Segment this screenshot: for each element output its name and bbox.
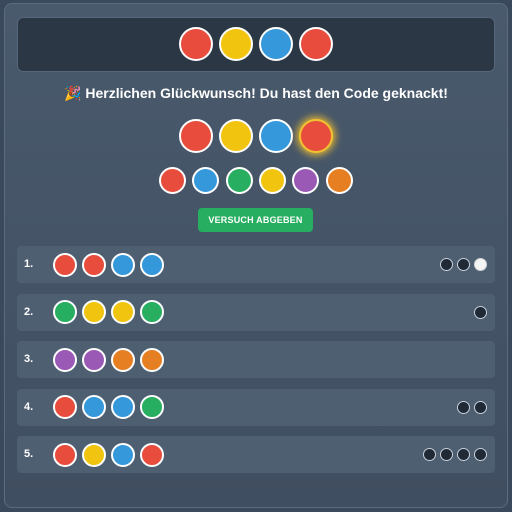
guess-peg-blue [111,252,135,277]
guess-peg-red [53,442,77,467]
guess-number: 1. [24,258,34,270]
palette-color-yellow[interactable] [258,167,286,194]
guess-number: 2. [24,305,34,318]
guess-peg-red [82,252,106,277]
feedback-peg-black [474,305,487,319]
guess-number: 3. [24,353,34,365]
feedback-peg-black [474,400,487,414]
guess-peg-red [53,395,77,419]
guess-row: 5. [17,436,495,473]
guess-peg-red [53,252,77,277]
secret-code-bar [17,17,495,72]
secret-peg-red [179,27,213,61]
guess-slot-red[interactable] [299,119,333,153]
guess-peg-green [53,300,77,324]
feedback-peg-black [474,448,487,461]
secret-peg-red [299,27,333,61]
feedback-peg-black [457,448,470,461]
palette-color-orange[interactable] [325,167,353,194]
guess-number: 4. [24,400,34,413]
submit-guess-button[interactable]: VERSUCH ABGEBEN [198,208,313,232]
guess-peg-purple [82,347,106,372]
guess-peg-blue [111,395,135,419]
guess-peg-orange [140,347,164,372]
guess-peg-yellow [82,300,106,324]
guess-peg-green [140,300,164,324]
guess-peg-blue [111,442,135,467]
guess-slot-red[interactable] [179,119,213,153]
guess-peg-orange [111,347,135,372]
guess-peg-yellow [82,442,106,467]
guess-number: 5. [24,448,34,460]
feedback-peg-black [423,448,436,461]
guess-peg-yellow [111,300,135,324]
palette-color-red[interactable] [159,167,186,194]
guess-row: 1. [17,246,495,283]
feedback-peg-white [474,258,487,271]
party-icon: 🎉 [64,85,82,101]
feedback-peg-black [440,448,453,461]
palette-color-purple[interactable] [292,167,320,194]
guess-slot-yellow[interactable] [219,119,253,153]
palette-color-green[interactable] [225,167,253,194]
feedback-peg-black [457,400,470,414]
win-message: 🎉 Herzlichen Glückwunsch! Du hast den Co… [0,85,512,102]
secret-peg-yellow [219,27,253,61]
guess-row: 4. [17,388,495,426]
guess-peg-blue [140,252,164,277]
win-message-text: Herzlichen Glückwunsch! Du hast den Code… [85,85,448,101]
feedback-peg-black [440,258,453,271]
guess-peg-green [140,395,164,419]
secret-peg-blue [259,27,293,61]
guess-peg-purple [53,347,77,372]
feedback-peg-black [457,258,470,271]
guess-row: 2. [17,293,495,331]
guess-slot-blue[interactable] [259,119,293,153]
guess-peg-blue [82,395,106,419]
guess-peg-red [140,442,164,467]
guess-row: 3. [17,341,495,378]
